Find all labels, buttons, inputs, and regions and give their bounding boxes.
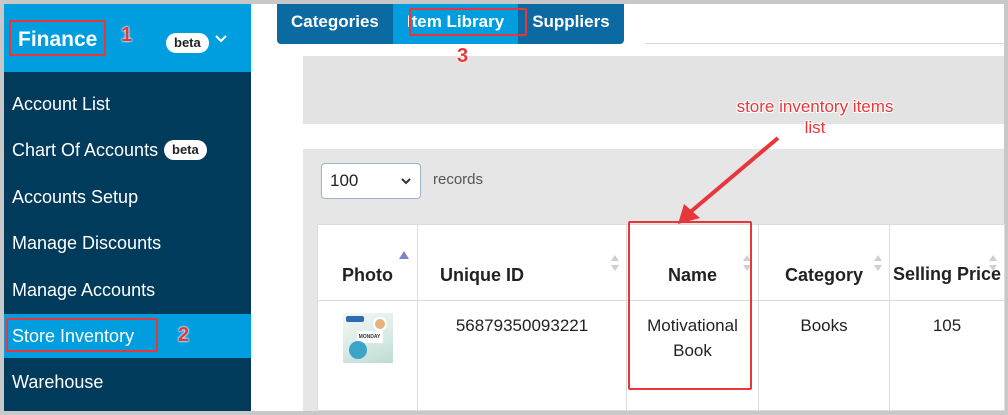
content-gutter xyxy=(251,4,277,411)
sidebar-item-label: Account List xyxy=(12,94,111,114)
sidebar-item-account-list[interactable]: Account List xyxy=(4,82,251,126)
column-header-label: Category xyxy=(784,265,864,285)
sidebar-item-chart-of-accounts[interactable]: Chart Of Accounts beta xyxy=(4,128,251,172)
annotation-box-name-column xyxy=(628,221,752,390)
sort-icon xyxy=(989,255,997,271)
unique-id-cell: 56879350093221 xyxy=(417,300,627,411)
sidebar-item-label: Chart Of Accounts xyxy=(12,140,159,160)
records-label: records xyxy=(433,171,484,188)
selling-price-cell: 105 xyxy=(889,300,1005,411)
screenshot-frame: Finance beta Account List Chart Of Accou… xyxy=(0,0,1008,415)
sort-icon xyxy=(874,255,882,271)
annotation-step-number: 3 xyxy=(457,45,469,67)
photo-clock xyxy=(348,341,367,359)
column-header-category[interactable]: Category xyxy=(758,224,890,301)
chevron-down-icon[interactable] xyxy=(212,30,230,48)
tab-divider xyxy=(645,43,1004,44)
sort-ascending-icon xyxy=(399,251,409,259)
chevron-down-icon xyxy=(401,178,411,185)
annotation-box-item-library xyxy=(409,8,527,36)
filter-panel xyxy=(303,56,1004,124)
annotation-arrow-icon xyxy=(678,136,780,224)
page-size-value: 100 xyxy=(330,171,359,190)
beta-badge: beta xyxy=(166,33,209,53)
annotation-box-store-inventory xyxy=(6,318,158,352)
tab-categories[interactable]: Categories xyxy=(277,4,393,44)
annotation-box-finance xyxy=(9,20,106,56)
photo-logo xyxy=(345,316,364,322)
annotation-step-number: 2 xyxy=(178,324,190,346)
column-header-selling-price[interactable]: Selling Price xyxy=(889,224,1005,301)
annotation-step-number: 1 xyxy=(121,24,133,46)
beta-badge: beta xyxy=(164,140,207,160)
sidebar-item-accounts-setup[interactable]: Accounts Setup xyxy=(4,175,251,219)
sort-icon xyxy=(611,255,619,271)
product-photo[interactable]: MONDAY xyxy=(342,313,393,363)
photo-cup xyxy=(372,317,387,331)
sidebar-item-label: Accounts Setup xyxy=(12,187,139,207)
sidebar-item-manage-discounts[interactable]: Manage Discounts xyxy=(4,221,251,265)
sidebar-item-label: Warehouse xyxy=(12,372,104,392)
column-header-label: Photo xyxy=(342,265,393,285)
category-cell: Books xyxy=(758,300,890,411)
column-header-unique-id[interactable]: Unique ID xyxy=(417,224,627,301)
column-header-label: Unique ID xyxy=(440,265,524,285)
sidebar-item-label: Manage Discounts xyxy=(12,233,162,253)
photo-cell: MONDAY xyxy=(317,300,418,411)
column-header-photo[interactable]: Photo xyxy=(317,224,418,301)
column-header-label: Selling Price xyxy=(892,264,1002,284)
sidebar-item-manage-accounts[interactable]: Manage Accounts xyxy=(4,268,251,312)
tab-suppliers[interactable]: Suppliers xyxy=(518,4,623,44)
page-size-select[interactable]: 100 xyxy=(321,163,421,199)
sidebar-item-label: Manage Accounts xyxy=(12,280,156,300)
sidebar-item-warehouse[interactable]: Warehouse xyxy=(4,360,251,404)
